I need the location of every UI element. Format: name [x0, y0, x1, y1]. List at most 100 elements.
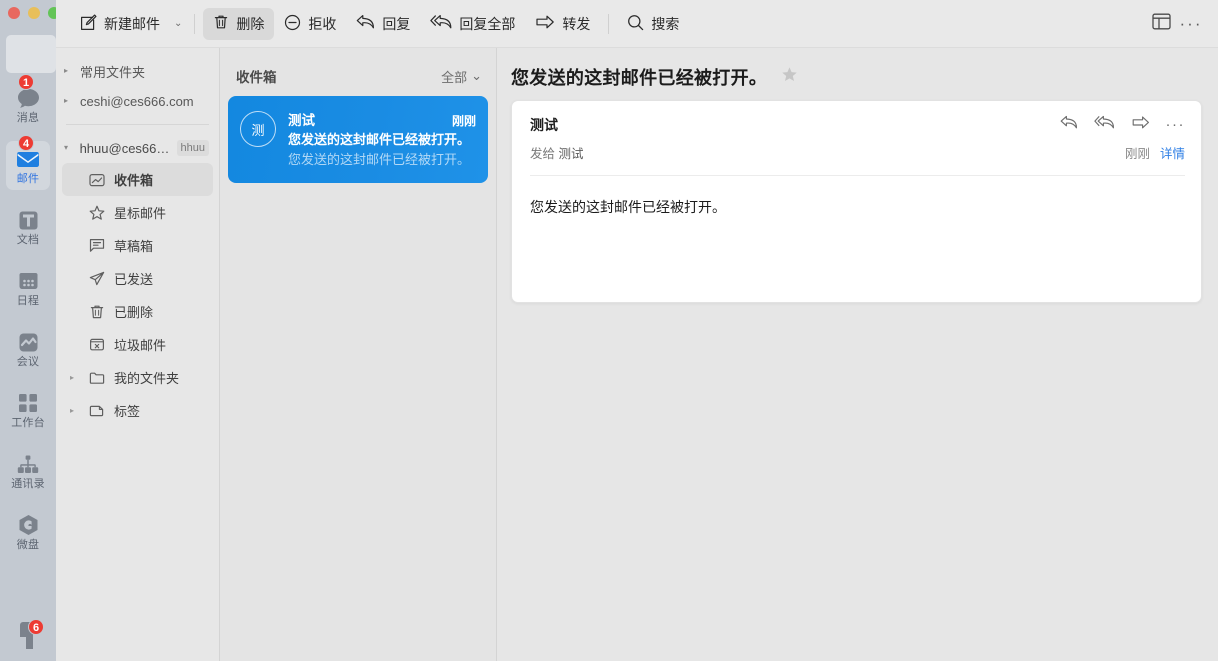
rail-label-mail: 邮件 [17, 173, 39, 186]
star-icon [88, 204, 106, 222]
rail-item-documents[interactable]: 文档 [6, 202, 50, 251]
sidebar-item-starred-label: 星标邮件 [114, 203, 166, 222]
sidebar-item-my-folders[interactable]: ▸ 我的文件夹 [62, 361, 213, 394]
forward-icon [535, 14, 555, 33]
rail-badge-messages: 1 [18, 74, 34, 90]
sidebar-item-drafts[interactable]: 草稿箱 [62, 229, 213, 262]
reply-icon [356, 14, 375, 33]
sidebar-item-inbox[interactable]: 收件箱 [62, 163, 213, 196]
reply-all-button[interactable]: 回复全部 [420, 8, 525, 40]
forward-icon[interactable] [1131, 115, 1150, 135]
avatar-icon: 6 [13, 619, 43, 653]
compose-icon [80, 14, 97, 34]
minimize-window-button[interactable] [28, 7, 40, 19]
reply-label: 回复 [382, 14, 410, 34]
rail-item-calendar[interactable]: 日程 [6, 263, 50, 312]
reject-button[interactable]: 拒收 [274, 8, 346, 40]
sidebar-item-junk[interactable]: 垃圾邮件 [62, 328, 213, 361]
message-list-filter-dropdown[interactable]: 全部 ⌄ [441, 67, 482, 86]
star-outline-icon[interactable] [781, 66, 798, 88]
sidebar-divider [66, 124, 209, 125]
sidebar-item-trash[interactable]: 已删除 [62, 295, 213, 328]
chevron-right-icon: ▸ [70, 407, 80, 415]
reply-icon[interactable] [1060, 115, 1078, 135]
sent-icon [88, 270, 106, 288]
top-toolbar: 新建邮件 ⌄ 删除 拒收 回复 回复全部 [56, 0, 1218, 48]
reply-button[interactable]: 回复 [346, 8, 420, 40]
reject-label: 拒收 [308, 14, 336, 34]
message-list-item[interactable]: 测 测试 刚刚 您发送的这封邮件已经被打开。 您发送的这封邮件已经被打开。 [228, 96, 488, 183]
sidebar-account-hhuu-label: hhuu@ces666... [80, 141, 171, 156]
sidebar-account-ceshi[interactable]: ▸ ceshi@ces666.com [56, 86, 219, 116]
sidebar-item-starred[interactable]: 星标邮件 [62, 196, 213, 229]
sidebar-item-sent[interactable]: 已发送 [62, 262, 213, 295]
mail-sender-name: 测试 [530, 115, 558, 135]
rail-item-meetings[interactable]: 会议 [6, 324, 50, 373]
close-window-button[interactable] [8, 7, 20, 19]
reply-all-icon[interactable] [1094, 115, 1115, 135]
rail-label-calendar: 日程 [17, 295, 39, 308]
sidebar-account-hhuu[interactable]: ▾ hhuu@ces666... hhuu [56, 133, 219, 163]
compose-label: 新建邮件 [104, 14, 160, 34]
forward-button[interactable]: 转发 [525, 8, 600, 40]
rail-item-mail[interactable]: 4 邮件 [6, 141, 50, 190]
rail-item-workbench[interactable]: 工作台 [6, 385, 50, 434]
mail-action-buttons: ··· [1060, 115, 1186, 135]
more-horizontal-icon: ··· [1180, 19, 1203, 29]
mail-recipients: 发给 测试 [530, 143, 584, 162]
message-snippet: 您发送的这封邮件已经被打开。 [288, 152, 470, 167]
sidebar-item-tags[interactable]: ▸ 标签 [62, 394, 213, 427]
message-list-item-meta: 测试 刚刚 [288, 109, 476, 129]
sidebar-item-tags-label: 标签 [114, 401, 140, 420]
search-label: 搜索 [651, 14, 679, 34]
rail-badge-mail: 4 [18, 135, 34, 151]
message-list-item-body: 测试 刚刚 您发送的这封邮件已经被打开。 您发送的这封邮件已经被打开。 [288, 109, 476, 169]
sidebar-item-junk-label: 垃圾邮件 [114, 335, 166, 354]
calendar-icon [16, 269, 40, 293]
message-list-filter-label: 全部 [441, 67, 467, 86]
rail-label-contacts: 通讯录 [11, 478, 45, 491]
sidebar-common-folders[interactable]: ▸ 常用文件夹 [56, 56, 219, 86]
rail-label-documents: 文档 [17, 234, 39, 247]
message-list-panel: 收件箱 全部 ⌄ 测 测试 刚刚 您发送的这封邮件已经被打开。 您发送的这封邮件… [220, 0, 497, 661]
more-horizontal-icon[interactable]: ··· [1166, 121, 1186, 129]
more-options-button[interactable]: ··· [1176, 9, 1206, 39]
sidebar-item-my-folders-label: 我的文件夹 [114, 368, 179, 387]
rail-item-cloud-disk[interactable]: 微盘 [6, 507, 50, 556]
reading-pane: 您发送的这封邮件已经被打开。 测试 [497, 0, 1218, 661]
rail-label-messages: 消息 [17, 112, 39, 125]
window-traffic-lights [8, 7, 60, 19]
chevron-right-icon: ▸ [64, 67, 74, 75]
mail-header-bottom-row: 发给 测试 刚刚 详情 [530, 143, 1185, 175]
rail-bottom-avatar[interactable]: 6 [0, 619, 56, 653]
sidebar-item-drafts-label: 草稿箱 [114, 236, 153, 255]
mail-body: 您发送的这封邮件已经被打开。 [512, 176, 1201, 238]
message-list-header: 收件箱 全部 ⌄ [220, 56, 496, 96]
search-button[interactable]: 搜索 [617, 8, 689, 40]
chevron-down-icon: ⌄ [471, 68, 482, 84]
rail-label-workbench: 工作台 [11, 417, 45, 430]
layout-panel-icon [1152, 13, 1171, 35]
compose-button[interactable]: 新建邮件 [70, 8, 170, 40]
chevron-down-icon: ▾ [64, 144, 74, 152]
rail-item-contacts[interactable]: 通讯录 [6, 446, 50, 495]
rail-item-messages[interactable]: 1 消息 [6, 80, 50, 129]
folder-sidebar: ▸ 常用文件夹 ▸ ceshi@ces666.com ▾ hhuu@ces666… [56, 0, 220, 661]
mail-detail-link[interactable]: 详情 [1160, 143, 1185, 162]
compose-dropdown-caret[interactable]: ⌄ [170, 18, 186, 29]
reply-all-icon [430, 14, 452, 33]
page-title: 您发送的这封邮件已经被打开。 [511, 64, 767, 90]
chevron-right-icon: ▸ [70, 374, 80, 382]
layout-toggle-button[interactable] [1146, 9, 1176, 39]
org-chart-icon [16, 452, 40, 476]
sidebar-item-inbox-label: 收件箱 [114, 170, 153, 189]
inbox-icon [88, 171, 106, 189]
delete-button[interactable]: 删除 [203, 8, 274, 40]
draft-icon [88, 237, 106, 255]
sidebar-account-hhuu-tag: hhuu [177, 140, 209, 156]
reply-all-label: 回复全部 [459, 14, 515, 34]
sidebar-item-trash-label: 已删除 [114, 302, 153, 321]
rail-search-box[interactable] [6, 35, 56, 73]
rail-badge-avatar: 6 [28, 619, 44, 635]
message-list-title: 收件箱 [236, 66, 277, 86]
